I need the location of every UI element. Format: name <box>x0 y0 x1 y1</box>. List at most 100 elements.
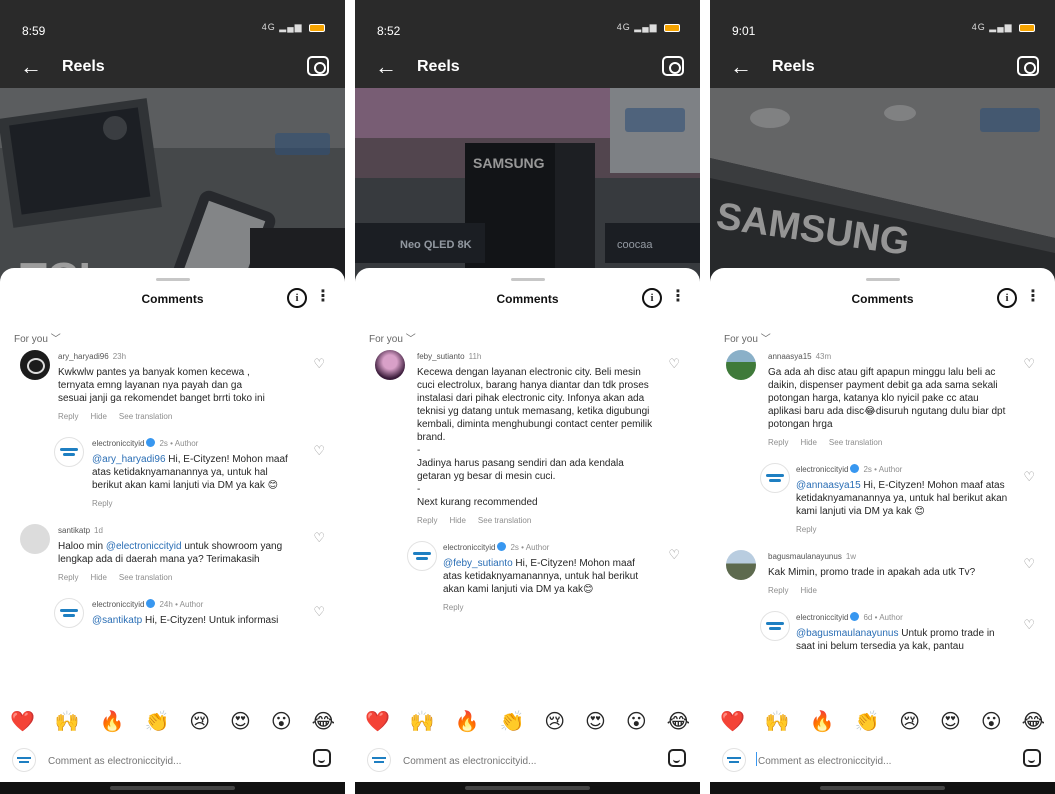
see-translation-button[interactable]: See translation <box>829 438 882 447</box>
info-icon[interactable]: i <box>642 288 662 308</box>
sticker-icon[interactable] <box>313 749 331 767</box>
heart-outline-icon[interactable]: ♡ <box>313 356 325 372</box>
see-translation-button[interactable]: See translation <box>119 573 172 582</box>
emoji-clap[interactable]: 👏 <box>499 709 524 733</box>
reply-button[interactable]: Reply <box>92 499 112 508</box>
emoji-fire[interactable]: 🔥 <box>455 709 480 733</box>
see-translation-button[interactable]: See translation <box>478 516 531 525</box>
camera-icon[interactable] <box>1017 56 1039 76</box>
username[interactable]: ary_haryadi96 <box>58 352 109 361</box>
emoji-heart[interactable]: ❤️ <box>365 709 390 733</box>
comment-filter[interactable]: For you ﹀ <box>14 330 61 345</box>
heart-outline-icon[interactable]: ♡ <box>313 604 325 620</box>
emoji-surprised[interactable]: 😮 <box>981 709 1002 733</box>
emoji-surprised[interactable]: 😮 <box>271 709 292 733</box>
avatar[interactable] <box>407 541 437 571</box>
avatar[interactable] <box>760 463 790 493</box>
info-icon[interactable]: i <box>287 288 307 308</box>
emoji-raised-hands[interactable]: 🙌 <box>410 709 435 733</box>
avatar[interactable] <box>54 437 84 467</box>
username[interactable]: santikatp <box>58 526 90 535</box>
emoji-heart[interactable]: ❤️ <box>10 709 35 733</box>
username[interactable]: electroniccityid <box>796 465 848 474</box>
hide-button[interactable]: Hide <box>800 586 816 595</box>
emoji-clap[interactable]: 👏 <box>144 709 169 733</box>
hide-button[interactable]: Hide <box>90 573 106 582</box>
avatar[interactable] <box>726 550 756 580</box>
camera-icon[interactable] <box>307 56 329 76</box>
reply-button[interactable]: Reply <box>768 586 788 595</box>
avatar[interactable] <box>20 524 50 554</box>
heart-outline-icon[interactable]: ♡ <box>313 443 325 459</box>
reel-video[interactable]: TCL 8:59 4G ▂▄▆ ← Reels <box>0 0 345 300</box>
emoji-heart[interactable]: ❤️ <box>720 709 745 733</box>
username[interactable]: electroniccityid <box>92 439 144 448</box>
emoji-cry[interactable]: 😢 <box>899 709 920 733</box>
username[interactable]: annaasya15 <box>768 352 812 361</box>
camera-icon[interactable] <box>662 56 684 76</box>
heart-outline-icon[interactable]: ♡ <box>668 547 680 563</box>
reel-video[interactable]: SAMSUNG 9:01 4G ▂▄▆ ← Reels <box>710 0 1055 300</box>
username[interactable]: feby_sutianto <box>417 352 465 361</box>
more-options-icon[interactable]: ⋮ <box>1025 287 1041 307</box>
username[interactable]: electroniccityid <box>92 600 144 609</box>
reel-video[interactable]: SAMSUNG Neo QLED 8K coocaa 8:52 4G ▂▄▆ ←… <box>355 0 700 300</box>
sticker-icon[interactable] <box>1023 749 1041 767</box>
emoji-cry[interactable]: 😢 <box>544 709 565 733</box>
reply-button[interactable]: Reply <box>796 525 816 534</box>
mention-link[interactable]: @feby_sutianto <box>443 558 513 569</box>
heart-outline-icon[interactable]: ♡ <box>1023 556 1035 572</box>
comment-filter[interactable]: For you ﹀ <box>369 330 416 345</box>
info-icon[interactable]: i <box>997 288 1017 308</box>
back-arrow-icon[interactable]: ← <box>730 54 752 80</box>
hide-button[interactable]: Hide <box>449 516 465 525</box>
sticker-icon[interactable] <box>668 749 686 767</box>
username[interactable]: electroniccityid <box>443 543 495 552</box>
more-options-icon[interactable]: ⋮ <box>315 287 331 307</box>
avatar[interactable] <box>54 598 84 628</box>
hide-button[interactable]: Hide <box>800 438 816 447</box>
reply-button[interactable]: Reply <box>443 603 463 612</box>
heart-outline-icon[interactable]: ♡ <box>668 356 680 372</box>
mention-link[interactable]: @santikatp <box>92 615 142 626</box>
drag-handle[interactable] <box>866 278 900 281</box>
emoji-fire[interactable]: 🔥 <box>810 709 835 733</box>
emoji-heart-eyes[interactable]: 😍 <box>230 709 251 733</box>
emoji-raised-hands[interactable]: 🙌 <box>765 709 790 733</box>
see-translation-button[interactable]: See translation <box>119 412 172 421</box>
emoji-laugh[interactable]: 😂 <box>667 709 690 733</box>
emoji-heart-eyes[interactable]: 😍 <box>940 709 961 733</box>
heart-outline-icon[interactable]: ♡ <box>1023 617 1035 633</box>
mention-link[interactable]: @annaasya15 <box>796 480 861 491</box>
mention-link[interactable]: @bagusmaulanayunus <box>796 628 898 639</box>
comment-input[interactable] <box>403 753 633 769</box>
emoji-surprised[interactable]: 😮 <box>626 709 647 733</box>
emoji-clap[interactable]: 👏 <box>854 709 879 733</box>
mention-link[interactable]: @ary_haryadi96 <box>92 454 166 465</box>
emoji-fire[interactable]: 🔥 <box>100 709 125 733</box>
emoji-raised-hands[interactable]: 🙌 <box>55 709 80 733</box>
more-options-icon[interactable]: ⋮ <box>670 287 686 307</box>
username[interactable]: electroniccityid <box>796 613 848 622</box>
comment-input[interactable] <box>758 753 988 769</box>
reply-button[interactable]: Reply <box>58 573 78 582</box>
drag-handle[interactable] <box>156 278 190 281</box>
avatar[interactable] <box>760 611 790 641</box>
heart-outline-icon[interactable]: ♡ <box>1023 469 1035 485</box>
avatar[interactable] <box>375 350 405 380</box>
emoji-laugh[interactable]: 😂 <box>312 709 335 733</box>
avatar[interactable] <box>20 350 50 380</box>
heart-outline-icon[interactable]: ♡ <box>313 530 325 546</box>
avatar[interactable] <box>726 350 756 380</box>
emoji-heart-eyes[interactable]: 😍 <box>585 709 606 733</box>
reply-button[interactable]: Reply <box>768 438 788 447</box>
heart-outline-icon[interactable]: ♡ <box>1023 356 1035 372</box>
hide-button[interactable]: Hide <box>90 412 106 421</box>
reply-button[interactable]: Reply <box>417 516 437 525</box>
emoji-laugh[interactable]: 😂 <box>1022 709 1045 733</box>
drag-handle[interactable] <box>511 278 545 281</box>
comment-input[interactable] <box>48 753 278 769</box>
back-arrow-icon[interactable]: ← <box>20 54 42 80</box>
reply-button[interactable]: Reply <box>58 412 78 421</box>
back-arrow-icon[interactable]: ← <box>375 54 397 80</box>
